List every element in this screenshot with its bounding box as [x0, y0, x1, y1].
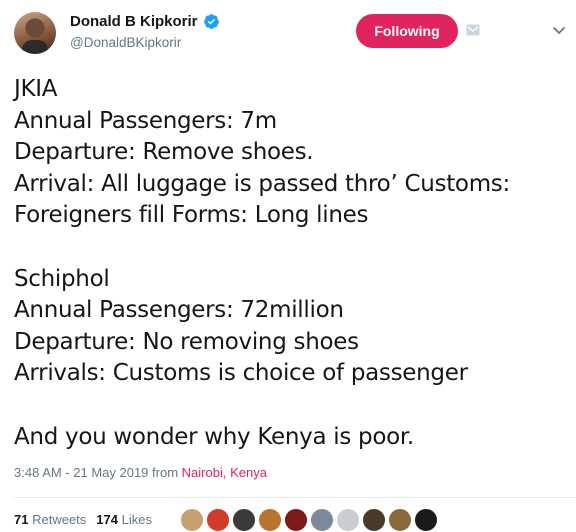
liker-avatar[interactable] [362, 508, 386, 532]
email-icon[interactable] [466, 24, 480, 36]
liker-avatar[interactable] [232, 508, 256, 532]
liker-avatar[interactable] [258, 508, 282, 532]
tweet-line: Foreigners fill Forms: Long lines [14, 202, 369, 229]
tweet-line: Schiphol [14, 265, 110, 292]
liker-avatar[interactable] [336, 508, 360, 532]
liker-avatar[interactable] [310, 508, 334, 532]
tweet-line: Departure: Remove shoes. [14, 139, 314, 166]
tweet-line: And you wonder why Kenya is poor. [14, 423, 414, 450]
tweet-line: Arrival: All luggage is passed thro’ Cus… [14, 170, 510, 197]
tweet-line: Annual Passengers: 72million [14, 297, 344, 324]
chevron-down-icon[interactable] [552, 26, 566, 36]
tweet-line: Arrivals: Customs is choice of passenger [14, 360, 468, 387]
tweet-location[interactable]: Nairobi, Kenya [182, 465, 267, 480]
author-handle[interactable]: @DonaldBKipkorir [70, 35, 181, 50]
author-avatar[interactable] [14, 12, 56, 54]
liker-avatar[interactable] [388, 508, 412, 532]
liker-avatar[interactable] [180, 508, 204, 532]
liker-avatars [180, 508, 438, 532]
verified-badge-icon [203, 14, 219, 29]
tweet-time[interactable]: 3:48 AM - 21 May 2019 from [14, 465, 178, 480]
liker-avatar[interactable] [414, 508, 438, 532]
tweet-body: JKIA Annual Passengers: 7m Departure: Remo… [14, 74, 574, 453]
tweet-stats: 71 Retweets 174 Likes [14, 512, 152, 527]
author-name-row[interactable]: Donald B Kipkorir [70, 13, 220, 30]
divider [14, 497, 576, 498]
tweet-line: Annual Passengers: 7m [14, 107, 277, 134]
following-button[interactable]: Following [356, 14, 458, 48]
liker-avatar[interactable] [284, 508, 308, 532]
likes-stat[interactable]: 174 Likes [96, 512, 152, 527]
tweet-line: Departure: No removing shoes [14, 328, 359, 355]
author-display-name[interactable]: Donald B Kipkorir [70, 13, 198, 30]
retweets-stat[interactable]: 71 Retweets [14, 512, 86, 527]
tweet-line: JKIA [14, 76, 58, 102]
tweet-timestamp[interactable]: 3:48 AM - 21 May 2019 from Nairobi, Keny… [14, 465, 267, 480]
liker-avatar[interactable] [206, 508, 230, 532]
